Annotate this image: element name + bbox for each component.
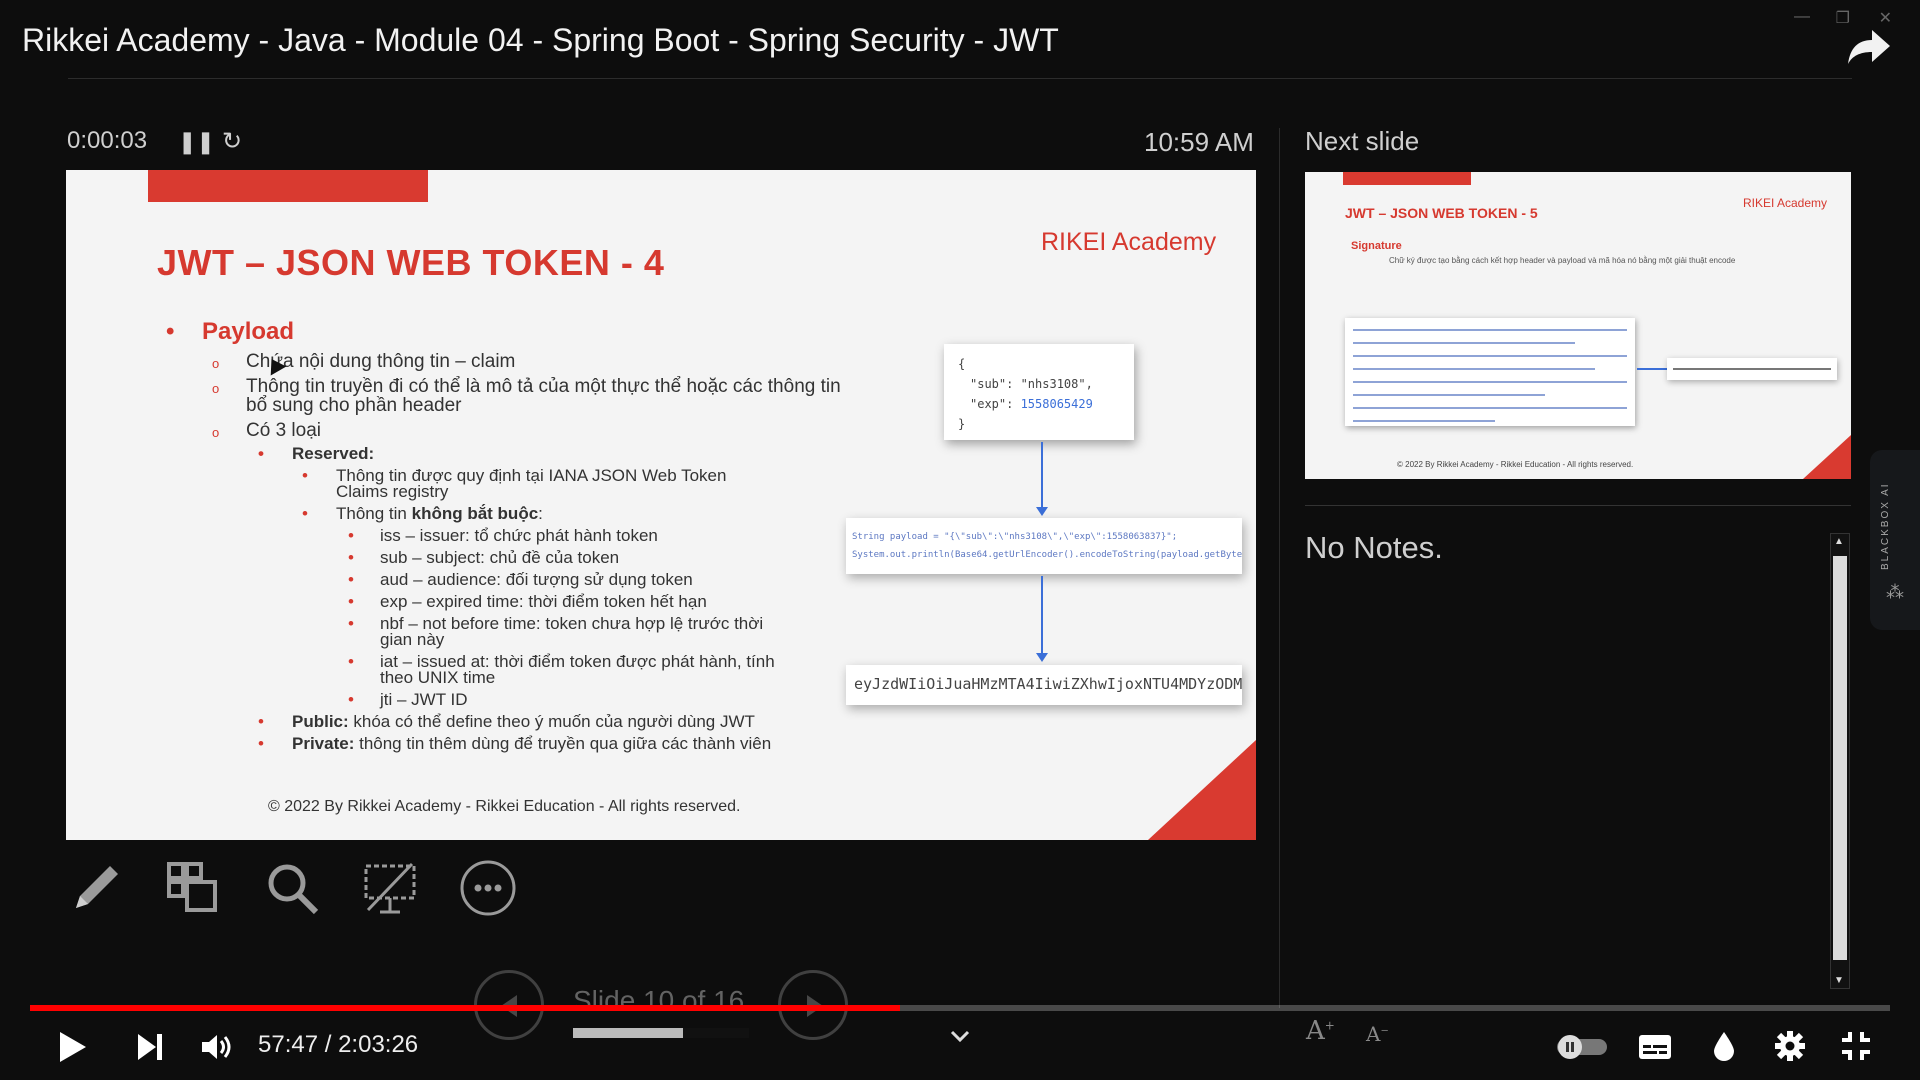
title-divider [68,78,1852,79]
next-video-button[interactable] [136,1032,164,1067]
slide-counter: Slide 10 of 16 [573,985,745,1016]
volume-icon[interactable] [200,1032,234,1067]
bullet-public: Public: khóa có thể define theo ý muốn c… [166,713,886,730]
rikkei-logo: RIKEI Academy [1742,196,1827,210]
restore-icon[interactable]: ❐ [1836,8,1850,28]
notes-scrollbar[interactable]: ▲ ▼ [1830,533,1850,989]
autoplay-toggle[interactable] [1556,1034,1608,1065]
pause-timer-icon[interactable]: ❚❚ [178,129,215,155]
restart-timer-icon[interactable]: ↻ [222,127,242,156]
next-slide-footer: © 2022 By Rikkei Academy - Rikkei Educat… [1397,460,1634,469]
clock: 10:59 AM [1144,127,1254,157]
slide-accent-bar [1343,172,1471,185]
black-screen-icon[interactable] [360,858,420,918]
next-slide-token [1667,358,1837,380]
claim-item: aud – audience: đối tượng sử dụng token [166,571,886,588]
progress-played [30,1005,901,1011]
more-options-icon[interactable] [458,858,518,918]
bullet-reserved: Reserved: [166,445,886,462]
next-slide-sub-bullet: Chữ ký được tạo bằng cách kết hợp header… [1389,256,1736,265]
minimize-icon[interactable]: — [1794,8,1810,26]
decrease-font-icon[interactable]: A− [1366,1022,1389,1046]
chevron-down-icon[interactable] [948,1028,972,1049]
notes-divider [1305,505,1851,506]
flow-arrow [1036,576,1048,662]
flow-arrow [1637,368,1667,370]
blackbox-logo-icon: ⁂ [1886,582,1904,602]
see-all-slides-icon[interactable] [163,858,223,918]
increase-font-icon[interactable]: A+ [1306,1016,1335,1046]
slide-footer: © 2022 By Rikkei Academy - Rikkei Educat… [268,798,741,815]
slide-progress-bar [573,1028,749,1038]
bullet-payload: Payload [166,318,886,346]
bullet-three-types: Có 3 loại [166,421,886,442]
slide-accent-bar [148,170,428,202]
claim-item: iss – issuer: tổ chức phát hành token [166,527,886,544]
bullet-transfer: Thông tin truyền đi có thể là mô tả của … [166,377,866,415]
claim-item: jti – JWT ID [166,691,886,708]
elapsed-timer: 0:00:03 [67,127,148,154]
current-slide: JWT – JSON WEB TOKEN - 4 RIKEI Academy P… [66,170,1256,840]
zoom-icon[interactable] [262,858,322,918]
next-slide-code [1345,318,1635,426]
next-slide-label: Next slide [1305,126,1420,156]
slide-body: Payload Chứa nội dung thông tin – claim … [166,318,886,752]
play-button[interactable] [58,1030,88,1069]
bullet-not-required: Thông tin không bắt buộc: [166,505,886,522]
next-slide-title: JWT – JSON WEB TOKEN - 5 [1345,205,1538,221]
bullet-iana: Thông tin được quy định tại IANA JSON We… [166,467,766,500]
slide-title: JWT – JSON WEB TOKEN - 4 [157,242,665,283]
scroll-up-icon[interactable]: ▲ [1834,536,1844,547]
next-slide-bullet: Signature [1351,240,1402,252]
json-example: { "sub": "nhs3108", "exp": 1558065429 } [944,344,1134,440]
flow-arrow [1036,442,1048,516]
close-icon[interactable]: ✕ [1879,8,1892,28]
pen-tool-icon[interactable] [66,858,126,918]
time-display: 57:47 / 2:03:26 [258,1031,419,1058]
speaker-notes: No Notes. [1305,530,1443,565]
next-slide-thumbnail[interactable]: JWT – JSON WEB TOKEN - 5 RIKEI Academy S… [1305,172,1851,479]
slide-corner-accent [1148,740,1256,840]
claim-item: exp – expired time: thời điểm token hết … [166,593,886,610]
claim-item: sub – subject: chủ đề của token [166,549,886,566]
share-icon[interactable] [1846,26,1892,66]
encoded-token: eyJzdWIiOiJuaHMzMTA4IiwiZXhwIjoxNTU4MDYz… [846,665,1242,705]
slide-corner-accent [1803,435,1851,479]
scrollbar-thumb[interactable] [1833,556,1847,960]
video-progress-bar[interactable] [30,1005,1890,1011]
exit-fullscreen-icon[interactable] [1840,1030,1872,1067]
claim-item: nbf – not before time: token chưa hợp lệ… [166,615,786,648]
claim-item: iat – issued at: thời điểm token được ph… [166,653,786,686]
subtitles-icon[interactable] [1638,1034,1672,1065]
blackbox-ai-tab[interactable]: BLACKBOX AI ⁂ [1870,450,1920,630]
scroll-down-icon[interactable]: ▼ [1834,975,1844,986]
pane-divider [1279,128,1280,1008]
blackbox-ai-label: BLACKBOX AI [1880,482,1891,570]
bullet-private: Private: thông tin thêm dùng để truyền q… [166,735,886,752]
code-snippet: String payload = "{\"sub\":\"nhs3108\",\… [846,518,1242,574]
video-title: Rikkei Academy - Java - Module 04 - Spri… [22,22,1059,58]
settings-gear-icon[interactable] [1774,1030,1806,1067]
ambient-mode-icon[interactable] [1712,1030,1736,1067]
rikkei-logo: RIKEI Academy [1041,228,1217,256]
